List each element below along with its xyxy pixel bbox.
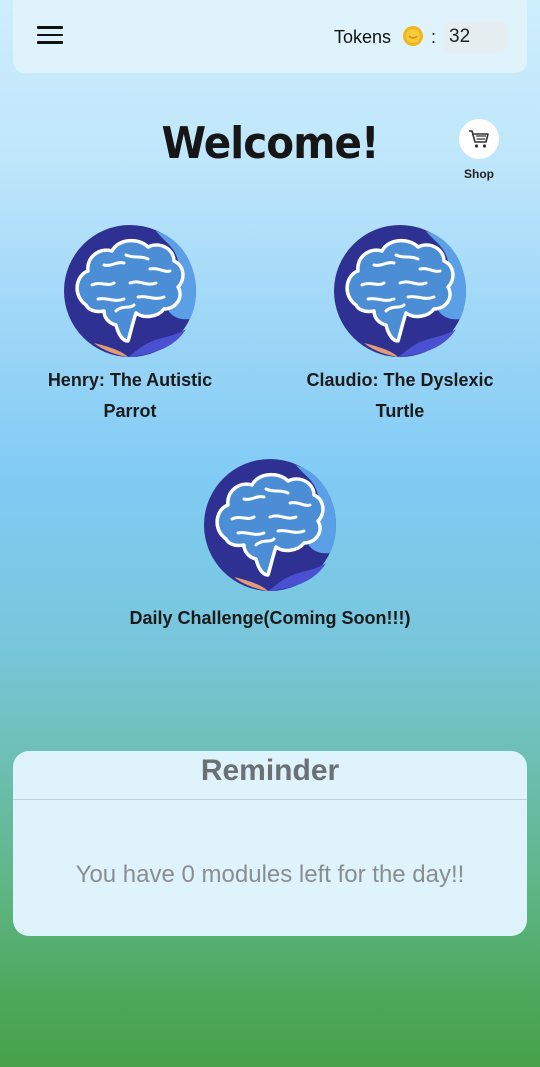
tokens-label: Tokens xyxy=(334,27,392,47)
module-title-daily-challenge: Daily Challenge(Coming Soon!!!) xyxy=(129,608,411,628)
brain-icon xyxy=(204,459,336,591)
reminder-title: Reminder xyxy=(200,754,340,787)
welcome-title: Welcome! xyxy=(161,118,379,169)
reminder-divider xyxy=(13,799,527,800)
module-card-henry[interactable]: Henry: The Autistic Parrot xyxy=(30,225,230,427)
reminder-panel: Reminder You have 0 modules left for the… xyxy=(13,751,527,936)
module-title-line-1: Claudio: The Dyslexic xyxy=(306,370,494,390)
token-count: 32 xyxy=(443,21,507,53)
reminder-message: You have 0 modules left for the day!! xyxy=(75,861,465,888)
module-card-claudio[interactable]: Claudio: The Dyslexic Turtle xyxy=(290,225,510,427)
module-title-line-1: Henry: The Autistic xyxy=(47,370,213,390)
brain-icon xyxy=(64,225,196,357)
tokens-separator: : xyxy=(431,27,437,47)
module-title-claudio: Claudio: The Dyslexic Turtle xyxy=(290,365,510,427)
module-title-line-2: Parrot xyxy=(103,401,157,421)
hamburger-menu-icon[interactable] xyxy=(37,26,63,46)
shop-label: Shop xyxy=(464,167,494,181)
shop-button[interactable] xyxy=(459,119,499,159)
coin-icon xyxy=(403,26,423,46)
module-title-line-2: Turtle xyxy=(375,401,425,421)
module-title-henry: Henry: The Autistic Parrot xyxy=(30,365,230,427)
shopping-cart-icon xyxy=(469,130,489,148)
top-bar: Tokens : 32 xyxy=(13,0,527,73)
brain-icon xyxy=(334,225,466,357)
module-card-daily-challenge[interactable]: Daily Challenge(Coming Soon!!!) xyxy=(110,459,430,634)
